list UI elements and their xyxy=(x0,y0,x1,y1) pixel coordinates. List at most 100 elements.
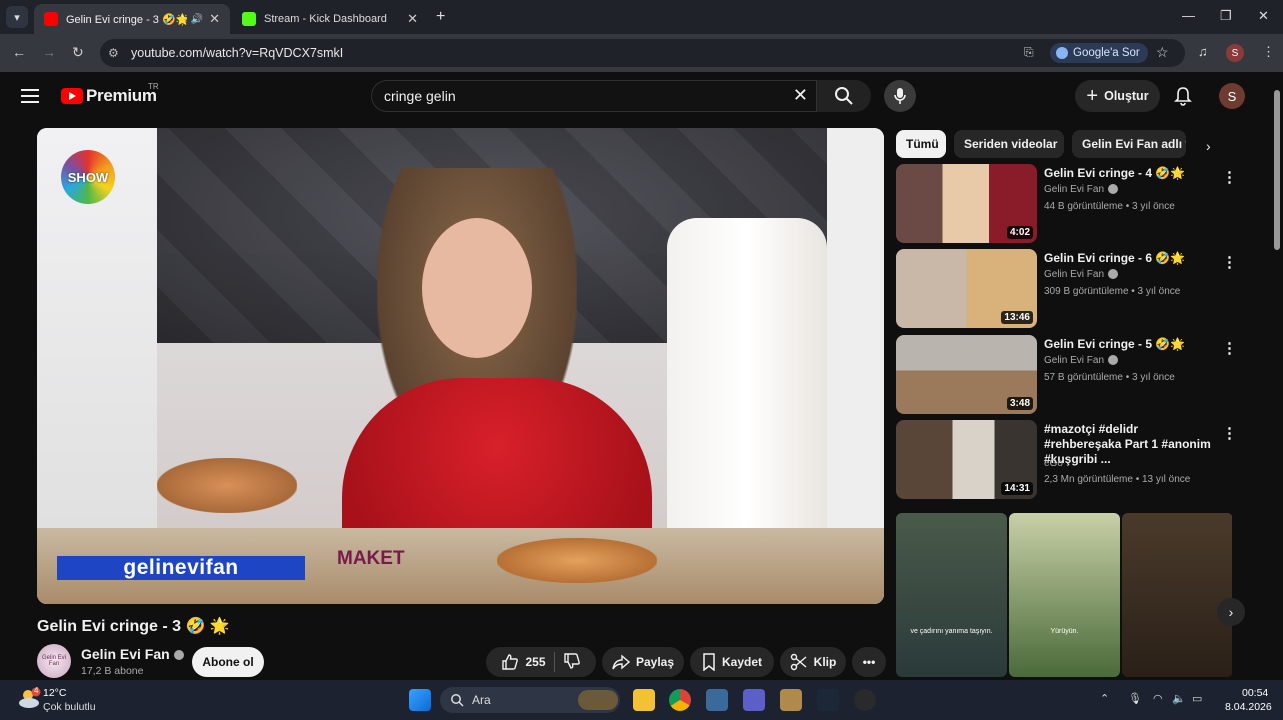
dislike-button[interactable] xyxy=(563,652,581,673)
short-thumbnail[interactable]: Yürüyün. xyxy=(1009,513,1120,677)
tab-kick[interactable]: Stream - Kick Dashboard ✕ xyxy=(232,4,428,34)
hamburger-menu-icon[interactable] xyxy=(21,89,39,103)
more-vertical-icon[interactable]: ⋮ xyxy=(1222,168,1237,186)
recommended-channel-text[interactable]: Gelin Evi Fan xyxy=(1044,269,1104,280)
recommended-channel-text[interactable]: Gelin Evi Fan xyxy=(1044,184,1104,195)
battery-icon[interactable]: ▭ xyxy=(1192,692,1202,705)
scrollbar-thumb[interactable] xyxy=(1274,90,1280,250)
channel-name-text[interactable]: Gelin Evi Fan xyxy=(81,646,170,662)
cast-icon[interactable]: ⎘ xyxy=(1024,45,1034,60)
taskbar-time[interactable]: 00:54 xyxy=(1242,687,1268,699)
region-code: TR xyxy=(148,82,159,91)
audio-playing-icon[interactable]: 🔊 xyxy=(191,14,203,25)
recommended-title[interactable]: Gelin Evi cringe - 4 🤣🌟 xyxy=(1044,166,1214,181)
recommended-channel[interactable]: eGo xyxy=(1044,458,1063,469)
recommended-channel[interactable]: Gelin Evi Fan xyxy=(1044,184,1119,195)
video-thumbnail[interactable]: 13:46 xyxy=(896,249,1037,328)
video-thumbnail[interactable]: 14:31 xyxy=(896,420,1037,499)
verified-check-icon xyxy=(1108,269,1119,280)
bookmark-star-icon[interactable]: ☆ xyxy=(1156,44,1169,61)
microphone-tray-icon[interactable]: 🎙 xyxy=(1128,692,1142,705)
more-vertical-icon[interactable]: ⋮ xyxy=(1222,424,1237,442)
recommended-title[interactable]: #mazotçi #delidr #rehbereşaka Part 1 #an… xyxy=(1044,422,1214,467)
reload-icon[interactable]: ↻ xyxy=(72,44,84,61)
address-bar[interactable]: ⚙ youtube.com/watch?v=RqVDCX7smkI ⎘ Goog… xyxy=(100,39,1185,67)
wifi-icon[interactable]: ◠ xyxy=(1153,692,1163,705)
short-thumbnail[interactable] xyxy=(1122,513,1232,677)
close-tab-icon[interactable]: ✕ xyxy=(209,11,220,27)
kick-favicon-icon xyxy=(242,12,256,26)
video-thumbnail[interactable]: 4:02 xyxy=(896,164,1037,243)
account-avatar[interactable]: S xyxy=(1219,83,1245,109)
forward-icon[interactable]: → xyxy=(42,44,56,60)
chip-series[interactable]: Seriden videolar xyxy=(954,130,1064,158)
recommended-title[interactable]: Gelin Evi cringe - 5 🤣🌟 xyxy=(1044,337,1214,352)
taskbar-search[interactable]: Ara xyxy=(440,687,620,713)
like-button[interactable]: 255 xyxy=(501,653,546,671)
create-button[interactable]: + Oluştur xyxy=(1075,80,1160,112)
more-actions-button[interactable]: ••• xyxy=(852,647,886,677)
video-thumbnail[interactable]: 3:48 xyxy=(896,335,1037,414)
app-icon[interactable] xyxy=(780,689,802,711)
recommended-video[interactable]: 3:48 Gelin Evi cringe - 5 🤣🌟 Gelin Evi F… xyxy=(896,335,1237,415)
clear-search-icon[interactable]: ✕ xyxy=(793,85,808,106)
recommended-video[interactable]: 14:31 #mazotçi #delidr #rehbereşaka Part… xyxy=(896,420,1237,500)
chip-uploads[interactable]: Gelin Evi Fan adlı yüklemeler xyxy=(1072,130,1186,158)
volume-icon[interactable]: 🔈 xyxy=(1172,692,1186,705)
more-horizontal-icon: ••• xyxy=(862,655,876,669)
show-hidden-icons-icon[interactable]: ⌃ xyxy=(1100,692,1109,705)
restore-icon[interactable]: ❐ xyxy=(1220,8,1232,24)
calculator-icon[interactable] xyxy=(706,689,728,711)
shorts-next-chevron-icon[interactable]: › xyxy=(1217,598,1245,626)
taskbar-date[interactable]: 8.04.2026 xyxy=(1225,701,1272,713)
channel-name[interactable]: Gelin Evi Fan xyxy=(81,646,184,662)
close-window-icon[interactable]: ✕ xyxy=(1258,8,1269,24)
back-icon[interactable]: ← xyxy=(12,44,26,60)
clip-button[interactable]: Klip xyxy=(780,647,846,677)
steam-icon[interactable] xyxy=(817,689,839,711)
url-text[interactable]: youtube.com/watch?v=RqVDCX7smkI xyxy=(131,46,343,60)
teams-icon[interactable] xyxy=(743,689,765,711)
close-tab-icon[interactable]: ✕ xyxy=(407,11,418,27)
recommended-channel[interactable]: Gelin Evi Fan xyxy=(1044,355,1119,366)
recommended-title[interactable]: Gelin Evi cringe - 6 🤣🌟 xyxy=(1044,251,1214,266)
subscribe-button[interactable]: Abone ol xyxy=(192,647,264,677)
search-input[interactable]: cringe gelin ✕ xyxy=(371,80,817,112)
page-scrollbar[interactable] xyxy=(1272,76,1283,680)
chip-all[interactable]: Tümü xyxy=(896,130,946,158)
minimize-icon[interactable]: — xyxy=(1182,8,1195,23)
tab-youtube[interactable]: Gelin Evi cringe - 3 🤣🌟 🔊 ✕ xyxy=(34,4,230,34)
browser-menu-icon[interactable]: ⋮ xyxy=(1262,44,1275,60)
tab-search-button[interactable]: ▾ xyxy=(6,6,28,28)
app-notification-icon[interactable] xyxy=(854,689,876,711)
search-query[interactable]: cringe gelin xyxy=(384,88,456,104)
chevron-right-icon[interactable]: › xyxy=(1206,138,1211,154)
site-info-icon[interactable]: ⚙ xyxy=(108,46,119,60)
google-ask-button[interactable]: Google'a Sor xyxy=(1050,43,1148,63)
recommended-channel[interactable]: Gelin Evi Fan xyxy=(1044,269,1119,280)
video-player[interactable]: SHOW gelinevifan MAKET xyxy=(37,128,884,604)
browser-profile-avatar[interactable]: S xyxy=(1226,44,1244,62)
channel-avatar[interactable]: Gelin Evi Fan xyxy=(37,644,71,678)
search-button[interactable] xyxy=(817,80,871,112)
notifications-bell-icon[interactable] xyxy=(1174,86,1192,111)
file-explorer-icon[interactable] xyxy=(633,689,655,711)
more-vertical-icon[interactable]: ⋮ xyxy=(1222,253,1237,271)
youtube-premium-logo[interactable]: Premium xyxy=(86,86,157,106)
weather-temp[interactable]: 12°C xyxy=(43,687,66,699)
recommended-channel-text[interactable]: Gelin Evi Fan xyxy=(1044,355,1104,366)
recommended-video[interactable]: 4:02 Gelin Evi cringe - 4 🤣🌟 Gelin Evi F… xyxy=(896,164,1237,244)
more-vertical-icon[interactable]: ⋮ xyxy=(1222,339,1237,357)
share-button[interactable]: Paylaş xyxy=(602,647,684,677)
save-button[interactable]: Kaydet xyxy=(690,647,774,677)
voice-search-button[interactable] xyxy=(884,80,916,112)
short-thumbnail[interactable]: ve çadırını yanıma taşıyın. xyxy=(896,513,1007,677)
media-control-icon[interactable]: ♫ xyxy=(1198,44,1208,59)
weather-condition[interactable]: Çok bulutlu xyxy=(43,701,96,713)
start-windows-icon[interactable] xyxy=(409,689,431,711)
google-lens-icon xyxy=(1056,47,1068,59)
recommended-video[interactable]: 13:46 Gelin Evi cringe - 6 🤣🌟 Gelin Evi … xyxy=(896,249,1237,329)
new-tab-icon[interactable]: + xyxy=(436,8,445,26)
youtube-logo-icon[interactable] xyxy=(61,88,83,104)
chrome-icon[interactable] xyxy=(669,689,691,711)
